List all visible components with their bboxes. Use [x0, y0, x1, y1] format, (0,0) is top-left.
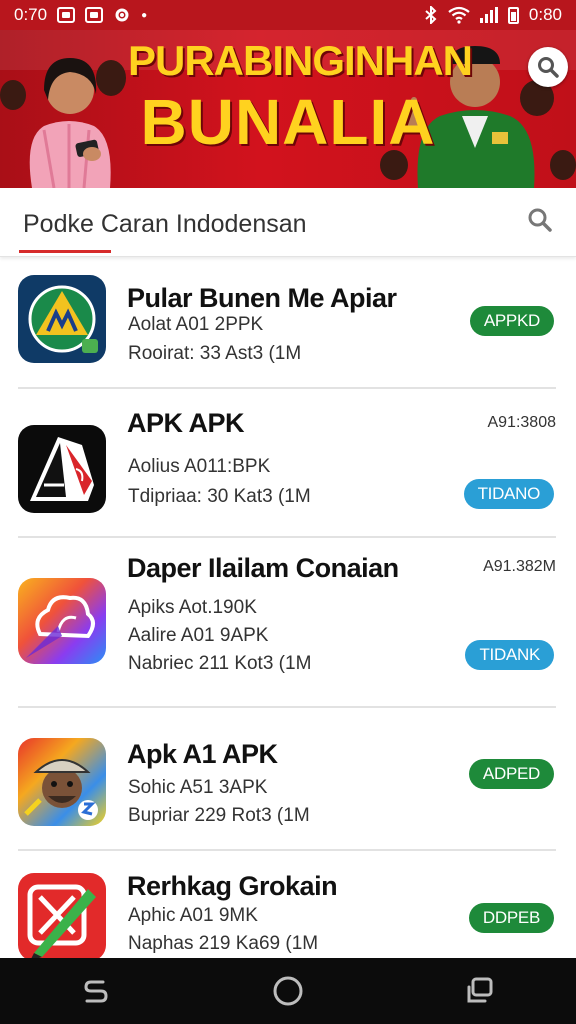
home-icon: [273, 976, 303, 1006]
search-icon: [538, 57, 559, 78]
app-list-item[interactable]: Pular Bunen Me Apiar Aolat A01 2PPK Rooi…: [0, 258, 576, 388]
nav-back-button[interactable]: [66, 961, 126, 1021]
letter-a-icon: [18, 425, 106, 513]
nav-recents-button[interactable]: [450, 961, 510, 1021]
app-detail: Tdipriaa: 30 Kat3 (1M: [128, 486, 311, 507]
banner-title: PURABINGINHAN BUNALIA: [128, 37, 473, 158]
navigation-bar: [0, 958, 576, 1024]
status-time: 0:70: [14, 5, 48, 24]
signal-icon: [479, 7, 498, 23]
notification-icon: [85, 7, 104, 23]
app-detail: Rooirat: 33 Ast3 (1M: [128, 343, 302, 364]
app-list-item[interactable]: APK APK A91:3808 Aolius A011:BPK Tdipria…: [0, 388, 576, 536]
app-list-item[interactable]: Rerhkag Grokain Aphic A01 9MK Naphas 219…: [0, 851, 576, 961]
search-bar[interactable]: Podke Caran Indodensan: [0, 188, 576, 257]
cloud-icon: [18, 578, 106, 664]
banner-search-button[interactable]: [528, 47, 568, 87]
banner-title-line1: PURABINGINHAN: [128, 37, 473, 84]
banner-title-line2: BUNALIA: [140, 86, 436, 158]
search-underline: [19, 250, 111, 253]
app-detail: Aolat A01 2PPK: [128, 314, 264, 335]
app-size: A91:3808: [487, 414, 556, 431]
app-name: Pular Bunen Me Apiar: [127, 283, 397, 313]
app-detail: Naphas 219 Ka69 (1M: [128, 933, 319, 954]
app-detail: Apiks Aot.190K: [128, 597, 257, 618]
pen-app-icon: [18, 873, 106, 961]
app-name: Apk A1 APK: [127, 739, 278, 769]
app-install-button[interactable]: DDPEB: [468, 903, 554, 933]
recents-icon: [467, 977, 493, 1003]
back-icon: [84, 980, 108, 1003]
app-detail: Aphic A01 9MK: [128, 905, 258, 926]
character-game-icon: [18, 738, 106, 826]
app-size: A91.382M: [483, 558, 556, 575]
wifi-icon: [448, 6, 470, 24]
app-list-item[interactable]: Daper Ilailam Conaian A91.382M Apiks Aot…: [0, 538, 576, 706]
status-bar: 0:70 ● 0:80: [0, 0, 576, 30]
more-notifications-icon: ●: [141, 9, 148, 21]
app-detail: Aolius A011:BPK: [128, 456, 271, 477]
status-clock: 0:80: [528, 5, 562, 24]
app-install-button[interactable]: ADPED: [468, 759, 554, 789]
status-bar-left: 0:70 ●: [14, 5, 147, 25]
battery-icon: [507, 6, 519, 24]
gear-notification-icon: [115, 8, 129, 22]
app-open-button[interactable]: TIDANO: [463, 479, 554, 509]
crowd-figure: [550, 150, 576, 180]
nav-home-button[interactable]: [258, 961, 318, 1021]
app-name: Rerhkag Grokain: [127, 871, 338, 901]
app-open-button[interactable]: TIDANK: [465, 640, 554, 670]
notification-icon: [57, 7, 76, 23]
app-name: Daper Ilailam Conaian: [127, 553, 399, 583]
app-name: APK APK: [127, 408, 245, 438]
app-detail: Nabriec 211 Kot3 (1M: [128, 653, 312, 674]
app-detail: Bupriar 229 Rot3 (1M: [128, 805, 310, 826]
search-input[interactable]: Podke Caran Indodensan: [23, 210, 307, 239]
app-detail: Sohic A51 3APK: [128, 777, 268, 798]
app-detail: Aalire A01 9APK: [128, 625, 269, 646]
search-icon[interactable]: [526, 206, 554, 234]
status-bar-right: 0:80: [424, 5, 562, 25]
bluetooth-icon: [425, 6, 437, 24]
shield-logo-icon: [18, 275, 106, 363]
banner-woman-figure: [29, 58, 111, 188]
app-install-button[interactable]: APPKD: [469, 306, 554, 336]
app-list-item[interactable]: Apk A1 APK Sohic A51 3APK Bupriar 229 Ro…: [0, 708, 576, 850]
